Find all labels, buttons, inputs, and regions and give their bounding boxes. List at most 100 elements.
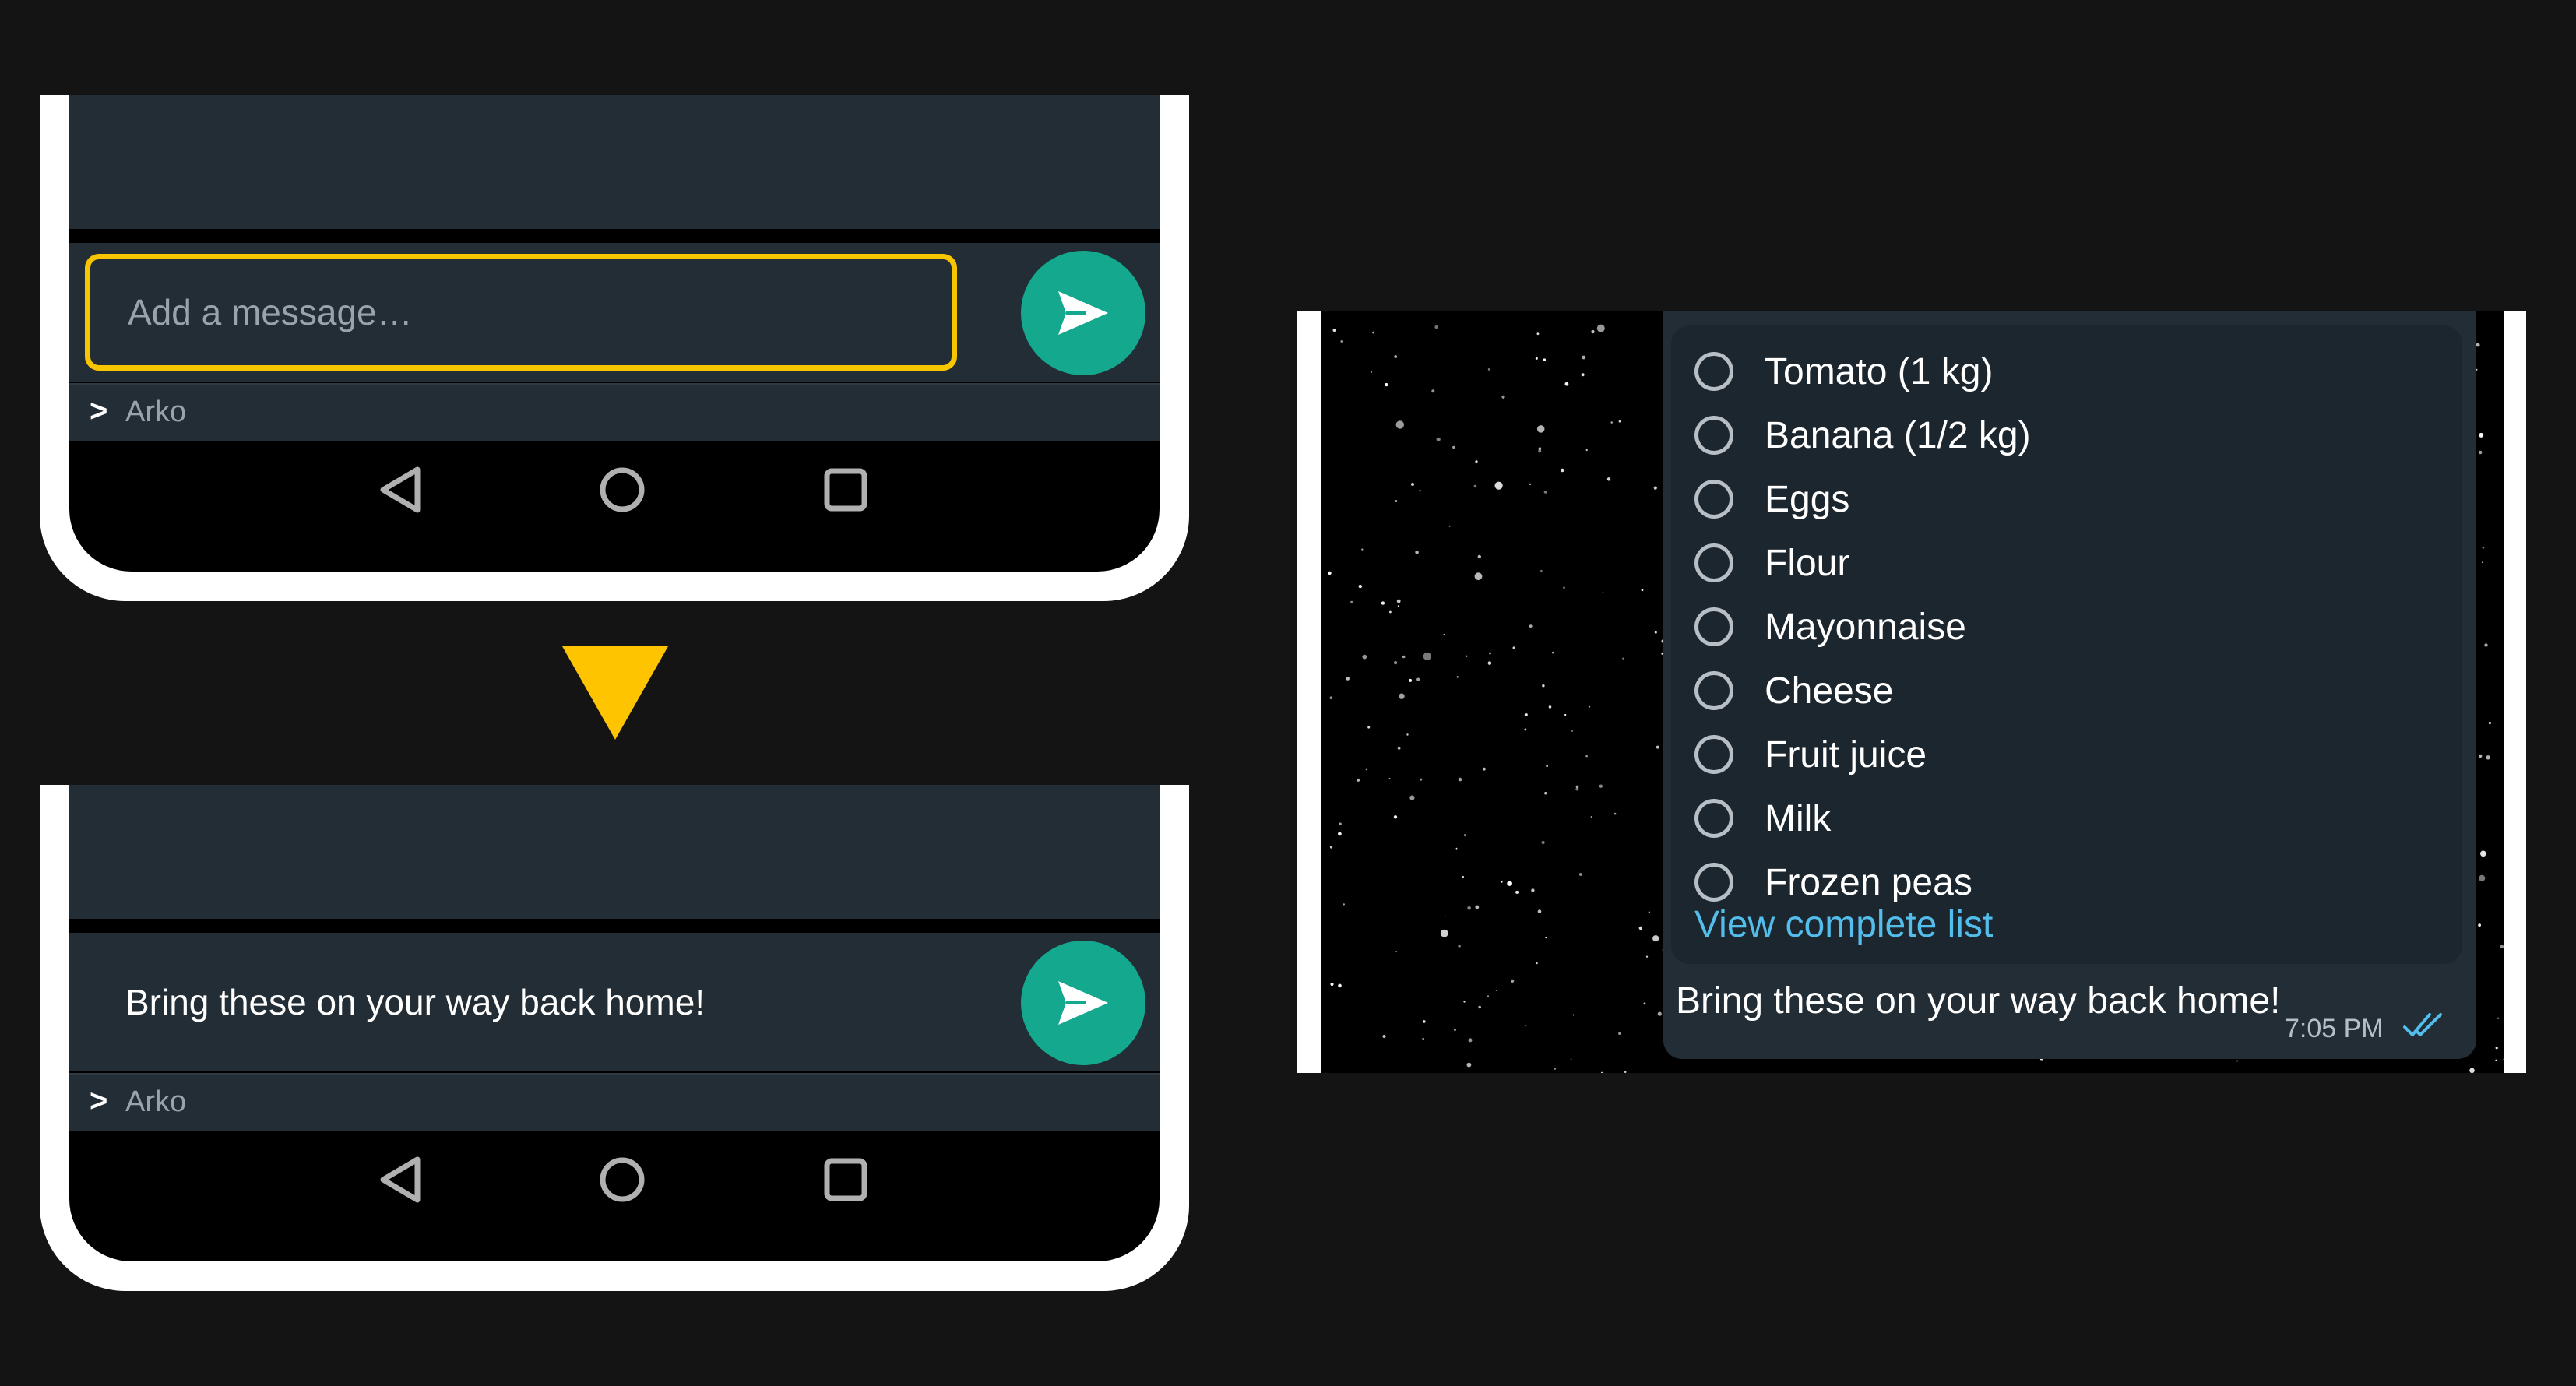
list-item[interactable]: Banana (1/2 kg)	[1694, 403, 2031, 467]
star-dot	[1570, 1058, 1572, 1061]
list-item[interactable]: Eggs	[1694, 467, 1849, 531]
star-dot	[2479, 754, 2483, 758]
star-dot	[1409, 795, 1415, 800]
view-complete-list-link[interactable]: View complete list	[1694, 903, 1993, 946]
star-dot	[1396, 599, 1401, 603]
radio-circle-icon[interactable]	[1694, 607, 1733, 646]
list-item[interactable]: Tomato (1 kg)	[1694, 339, 1993, 403]
message-bubble[interactable]: Tomato (1 kg) Banana (1/2 kg) Eggs Flour	[1663, 311, 2476, 1059]
stage: > Arko	[0, 0, 2576, 1386]
nav-recent-button[interactable]	[821, 1155, 871, 1208]
star-dot	[2236, 1060, 2238, 1062]
star-dot	[2495, 1047, 2498, 1050]
radio-circle-icon[interactable]	[1694, 799, 1733, 838]
star-dot	[1648, 911, 1651, 913]
nav-home-button[interactable]	[597, 465, 647, 519]
nav-back-button[interactable]	[377, 1155, 424, 1208]
message-text[interactable]: Bring these on your way back home!	[125, 933, 705, 1071]
list-item[interactable]: Milk	[1694, 786, 1831, 850]
star-dot	[1385, 382, 1388, 387]
star-dot	[1381, 601, 1385, 605]
star-dot	[1622, 657, 1624, 660]
star-dot	[1409, 678, 1413, 682]
android-nav-bar	[69, 441, 1160, 543]
star-dot	[1436, 437, 1441, 441]
star-dot	[2495, 1059, 2497, 1061]
star-dot	[1656, 745, 1659, 749]
star-dot	[1395, 951, 1398, 952]
list-item-label: Frozen peas	[1765, 861, 1972, 903]
nav-recent-button[interactable]	[821, 465, 871, 519]
phone-frame-before: > Arko	[40, 95, 1189, 601]
chat-area	[69, 785, 1160, 919]
star-dot	[1445, 915, 1446, 917]
chevron-right-icon: >	[90, 1084, 108, 1118]
send-button[interactable]	[1021, 251, 1145, 375]
star-dot	[1371, 371, 1372, 373]
star-dot	[1456, 676, 1459, 678]
star-dot	[1643, 1002, 1646, 1005]
star-dot	[1458, 945, 1461, 948]
star-dot	[1575, 787, 1579, 791]
star-dot	[1397, 746, 1401, 750]
radio-circle-icon[interactable]	[1694, 671, 1733, 710]
nav-back-button[interactable]	[377, 465, 424, 519]
star-dot	[1529, 483, 1532, 485]
nav-home-icon	[600, 467, 645, 512]
star-dot	[1618, 420, 1621, 423]
star-dot	[1538, 449, 1542, 453]
star-dot	[1572, 1014, 1575, 1016]
star-dot	[1332, 329, 1336, 332]
star-dot	[2484, 643, 2488, 647]
list-item-label: Flour	[1765, 542, 1850, 584]
star-dot	[1596, 324, 1605, 332]
star-dot	[1501, 395, 1505, 399]
star-dot	[1455, 847, 1458, 850]
star-dot	[1367, 726, 1371, 729]
list-item[interactable]: Flour	[1694, 531, 1849, 595]
list-item-label: Eggs	[1765, 478, 1850, 520]
star-dot	[1346, 677, 1350, 681]
star-dot	[1452, 445, 1455, 449]
radio-circle-icon[interactable]	[1694, 863, 1733, 902]
list-item[interactable]: Fruit juice	[1694, 723, 1927, 786]
star-dot	[2482, 546, 2485, 549]
star-dot	[1535, 357, 1538, 360]
nav-home-button[interactable]	[597, 1155, 647, 1208]
sender-selector[interactable]: > Arko	[69, 1073, 1160, 1131]
android-nav-bar	[69, 1131, 1160, 1233]
star-dot	[1602, 592, 1604, 593]
star-dot	[1507, 881, 1512, 886]
radio-circle-icon[interactable]	[1694, 480, 1733, 519]
star-dot	[1657, 1011, 1662, 1016]
send-button[interactable]	[1021, 941, 1145, 1065]
star-dot	[1475, 460, 1478, 463]
list-item-label: Tomato (1 kg)	[1765, 350, 1994, 392]
star-dot	[1645, 955, 1649, 958]
list-item[interactable]: Cheese	[1694, 659, 1893, 723]
star-dot	[1552, 652, 1554, 654]
radio-circle-icon[interactable]	[1694, 416, 1733, 455]
radio-circle-icon[interactable]	[1694, 735, 1733, 774]
sender-selector[interactable]: > Arko	[69, 383, 1160, 441]
list-item[interactable]: Mayonnaise	[1694, 595, 1966, 659]
star-dot	[1501, 881, 1503, 883]
double-check-icon	[2403, 1013, 2442, 1036]
star-dot	[1399, 693, 1405, 699]
radio-circle-icon[interactable]	[1694, 352, 1733, 391]
checklist-card[interactable]: Tomato (1 kg) Banana (1/2 kg) Eggs Flour	[1671, 325, 2462, 964]
star-dot	[1525, 1025, 1527, 1027]
star-dot	[1546, 765, 1548, 768]
star-dot	[1473, 484, 1477, 488]
message-input[interactable]	[85, 254, 957, 371]
radio-circle-icon[interactable]	[1694, 543, 1733, 582]
star-dot	[1465, 655, 1468, 658]
star-dot	[1382, 1034, 1386, 1039]
star-dot	[1653, 486, 1657, 490]
star-dot	[1585, 755, 1588, 758]
star-dot	[1394, 355, 1398, 358]
chat-area	[69, 95, 1160, 229]
list-item-label: Cheese	[1765, 670, 1894, 712]
list-item-label: Banana (1/2 kg)	[1765, 414, 2031, 456]
star-dot	[1330, 982, 1334, 987]
